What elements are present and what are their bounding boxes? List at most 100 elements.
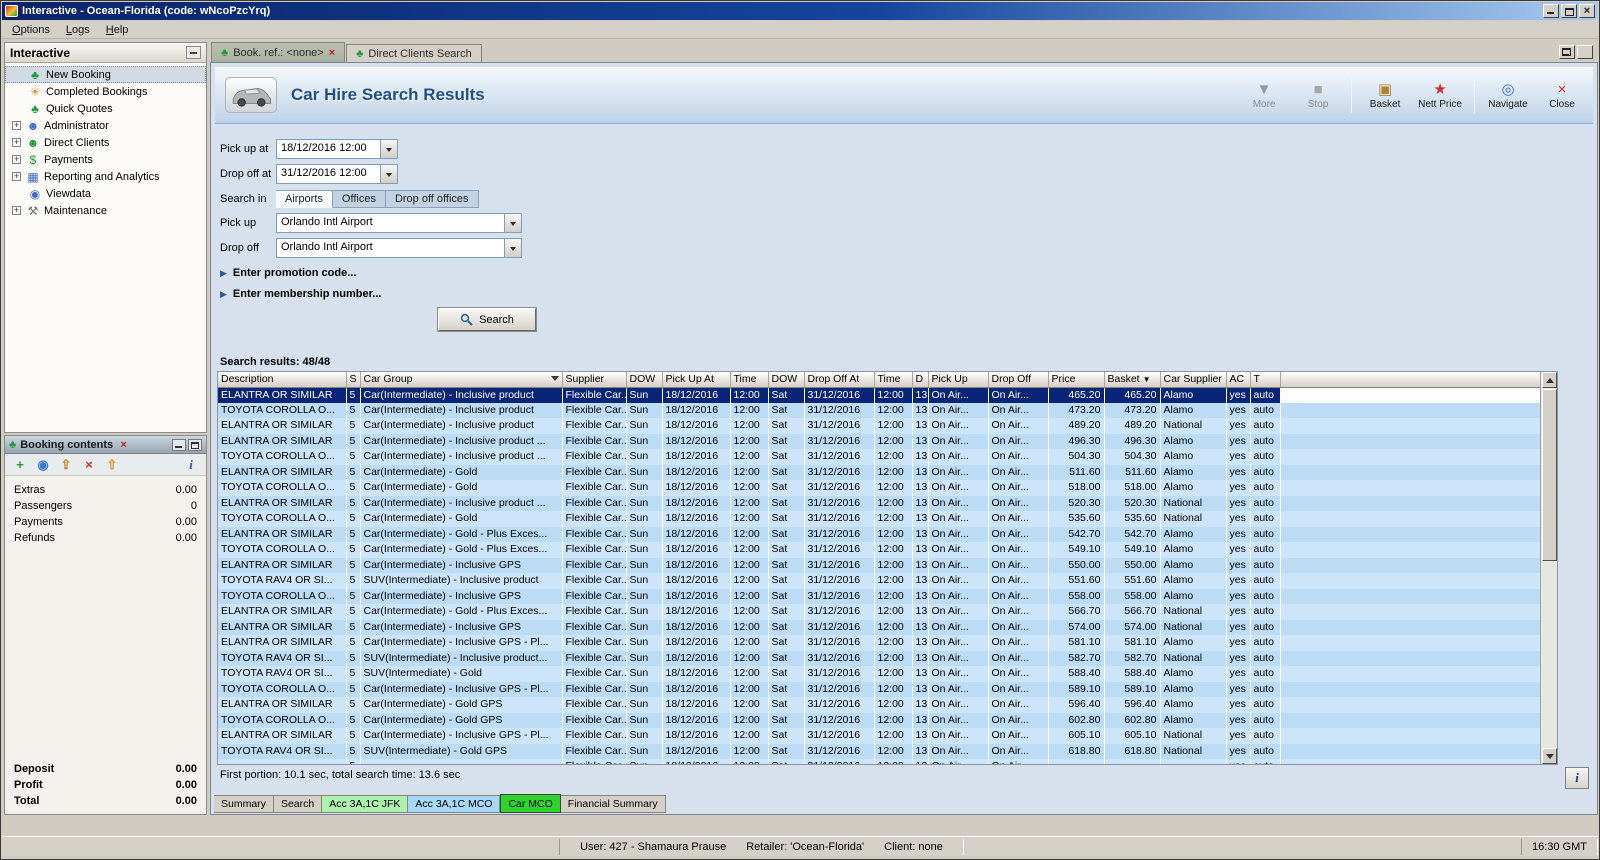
column-header[interactable]: DOW — [626, 372, 663, 388]
search-in-tab[interactable]: Offices — [332, 190, 386, 208]
search-in-tab[interactable]: Drop off offices — [385, 190, 479, 208]
column-header[interactable]: D — [912, 372, 929, 388]
result-row[interactable]: TOYOTA COROLLA O... 5 Car(Intermediate) - … — [218, 542, 1542, 558]
collapse-button[interactable] — [186, 46, 201, 59]
dropdown-arrow-icon[interactable] — [380, 140, 397, 158]
workspace-tab[interactable]: Summary — [214, 795, 274, 813]
sidebar-item[interactable]: + ☻ Direct Clients — [5, 134, 206, 151]
result-row[interactable]: ELANTRA OR SIMILAR 5 Car(Intermediate) - G… — [218, 697, 1542, 713]
expand-plus-icon[interactable]: + — [12, 121, 21, 130]
menu-item[interactable]: Logs — [58, 22, 98, 38]
workspace-tab[interactable]: Search — [273, 795, 323, 813]
child-restore-button[interactable] — [1562, 45, 1593, 59]
column-header[interactable]: DOW — [768, 372, 805, 388]
stop-button[interactable]: ■ Stop — [1297, 81, 1339, 110]
import-icon[interactable]: ⇧ — [104, 457, 120, 473]
result-row[interactable]: TOYOTA RAV4 OR SI... 5 SUV(Intermediate) -… — [218, 666, 1542, 682]
globe-icon[interactable]: ◉ — [35, 457, 51, 473]
result-row[interactable]: TOYOTA COROLLA O... 5 Car(Intermediate) - … — [218, 588, 1542, 604]
result-row[interactable]: ELANTRA OR SIMILAR 5 Car(Intermediate) - G… — [218, 464, 1542, 480]
column-header[interactable]: Time — [730, 372, 769, 388]
scroll-thumb[interactable] — [1542, 389, 1557, 561]
export-icon[interactable]: ⇪ — [58, 457, 74, 473]
column-header[interactable]: S — [346, 372, 361, 388]
sidebar-item[interactable]: ♣ Quick Quotes — [5, 100, 206, 117]
panel-minimize-button[interactable] — [172, 438, 186, 451]
close-panel-icon[interactable] — [117, 439, 130, 451]
sidebar-item[interactable]: ♣ New Booking — [5, 66, 206, 83]
sidebar-item[interactable]: + ☻ Administrator — [5, 117, 206, 134]
column-header[interactable]: Supplier — [562, 372, 627, 388]
vertical-scrollbar[interactable] — [1540, 372, 1557, 764]
minimize-button[interactable] — [1543, 4, 1559, 18]
dropdown-arrow-icon[interactable] — [504, 239, 521, 257]
result-row[interactable]: ELANTRA OR SIMILAR 5 Car(Intermediate) - I… — [218, 619, 1542, 635]
dropoff-location-combo[interactable]: Orlando Intl Airport — [276, 238, 522, 258]
result-row[interactable]: ELANTRA OR SIMILAR 5 Car(Intermediate) - G… — [218, 526, 1542, 542]
pickup-location-combo[interactable]: Orlando Intl Airport — [276, 213, 522, 233]
document-tab[interactable]: Direct Clients Search — [346, 44, 482, 62]
dropdown-arrow-icon[interactable] — [504, 214, 521, 232]
sidebar-item[interactable]: ◉ Viewdata — [5, 185, 206, 202]
panel-restore-button[interactable] — [188, 438, 202, 451]
search-in-tab[interactable]: Airports — [276, 190, 333, 208]
column-header[interactable]: Pick Up — [928, 372, 989, 388]
sidebar-item[interactable]: ☀ Completed Bookings — [5, 83, 206, 100]
menu-item[interactable]: Options — [4, 22, 58, 38]
membership-number-toggle[interactable]: Enter membership number... — [220, 288, 536, 300]
column-header[interactable]: Description — [218, 372, 347, 388]
expand-plus-icon[interactable]: + — [12, 172, 21, 181]
workspace-tab[interactable]: Acc 3A,1C JFK — [322, 795, 409, 813]
more-button[interactable]: ▼ More — [1243, 81, 1285, 110]
result-row[interactable]: TOYOTA COROLLA O... 5 Car(Intermediate) - … — [218, 449, 1542, 465]
pickup-at-combo[interactable]: 18/12/2016 12:00 — [276, 139, 398, 159]
result-row[interactable]: ELANTRA OR SIMILAR 5 Car(Intermediate) - I… — [218, 433, 1542, 449]
result-row[interactable]: TOYOTA COROLLA O... 5 Car(Intermediate) - … — [218, 511, 1542, 527]
column-header[interactable]: T — [1250, 372, 1281, 388]
result-row[interactable]: TOYOTA COROLLA O... 5 Car(Intermediate) - … — [218, 681, 1542, 697]
workspace-tab[interactable]: Car MCO — [500, 794, 561, 813]
result-row[interactable]: ELANTRA OR SIMILAR 5 Car(Intermediate) - I… — [218, 557, 1542, 573]
close-window-button[interactable] — [1579, 4, 1595, 18]
column-header[interactable]: Time — [874, 372, 913, 388]
scroll-down-arrow[interactable] — [1542, 748, 1557, 764]
result-row[interactable]: ELANTRA OR SIMILAR 5 Car(Intermediate) - G… — [218, 604, 1542, 620]
column-header[interactable]: Drop Off At — [804, 372, 875, 388]
dropoff-at-combo[interactable]: 31/12/2016 12:00 — [276, 164, 398, 184]
expand-plus-icon[interactable]: + — [12, 138, 21, 147]
column-header[interactable]: Basket — [1104, 372, 1161, 388]
column-header[interactable]: AC — [1226, 372, 1251, 388]
column-header[interactable]: Car Group — [360, 372, 563, 388]
scroll-up-arrow[interactable] — [1542, 372, 1557, 388]
filter-icon[interactable] — [550, 376, 559, 381]
column-header[interactable]: Drop Off — [988, 372, 1049, 388]
dropdown-arrow-icon[interactable] — [380, 165, 397, 183]
result-row[interactable]: ELANTRA OR SIMILAR 5 Car(Intermediate) - I… — [218, 418, 1542, 434]
close-button[interactable]: × Close — [1541, 81, 1583, 110]
promotion-code-toggle[interactable]: Enter promotion code... — [220, 267, 536, 279]
result-row[interactable]: ELANTRA OR SIMILAR 5 Car(Intermediate) - I… — [218, 635, 1542, 651]
result-row[interactable]: ELANTRA OR SIMILAR 5 Car(Intermediate) - I… — [218, 495, 1542, 511]
column-header[interactable]: Price — [1048, 372, 1105, 388]
result-row[interactable]: 5Flexible Car...Sun18/12/201612:00Sat31/… — [218, 759, 1542, 764]
result-row[interactable]: ELANTRA OR SIMILAR 5 Car(Intermediate) - I… — [218, 387, 1542, 403]
result-row[interactable]: TOYOTA COROLLA O... 5 Car(Intermediate) - … — [218, 480, 1542, 496]
document-tab[interactable]: Book. ref.: <none> — [211, 42, 346, 62]
result-row[interactable]: TOYOTA COROLLA O... 5 Car(Intermediate) - … — [218, 402, 1542, 418]
maximize-button[interactable] — [1561, 4, 1577, 18]
nett-price-button[interactable]: ★ Nett Price — [1418, 81, 1462, 110]
workspace-tab[interactable]: Financial Summary — [560, 795, 666, 813]
navigate-button[interactable]: ◎ Navigate — [1487, 81, 1529, 110]
menu-item[interactable]: Help — [98, 22, 137, 38]
add-icon[interactable]: + — [12, 457, 28, 472]
delete-icon[interactable]: × — [81, 457, 97, 472]
result-row[interactable]: TOYOTA RAV4 OR SI... 5 SUV(Intermediate) -… — [218, 573, 1542, 589]
result-row[interactable]: TOYOTA RAV4 OR SI... 5 SUV(Intermediate) -… — [218, 743, 1542, 759]
sidebar-item[interactable]: + ▦ Reporting and Analytics — [5, 168, 206, 185]
column-header[interactable]: Pick Up At — [662, 372, 731, 388]
expand-plus-icon[interactable]: + — [12, 155, 21, 164]
info-button[interactable]: i — [1565, 767, 1589, 789]
result-row[interactable]: TOYOTA COROLLA O... 5 Car(Intermediate) - … — [218, 712, 1542, 728]
sidebar-item[interactable]: + ⚒ Maintenance — [5, 202, 206, 219]
info-icon[interactable]: i — [183, 457, 199, 473]
